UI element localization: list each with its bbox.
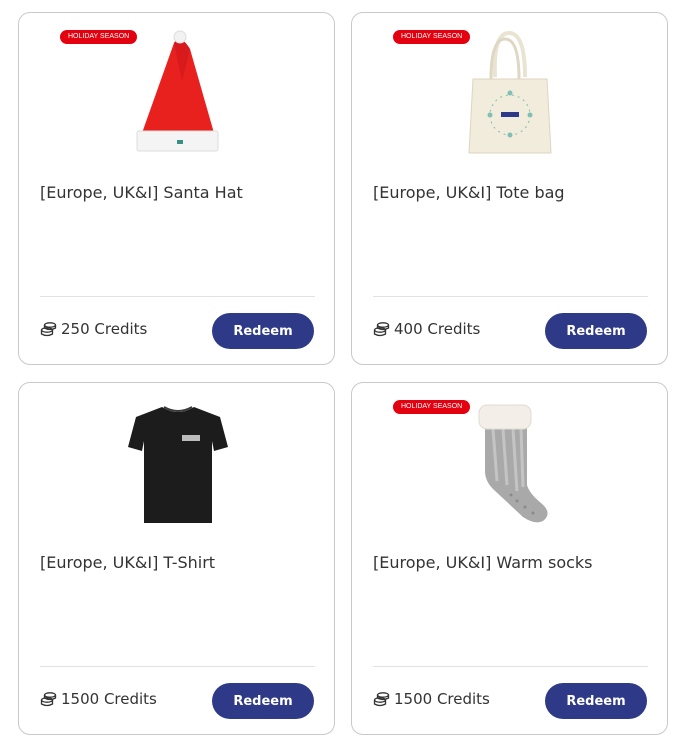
credits-price: 1500 Credits bbox=[40, 690, 157, 708]
credits-label: 1500 Credits bbox=[394, 690, 490, 708]
warm-socks-image bbox=[457, 391, 565, 527]
credits-price: 250 Credits bbox=[40, 320, 147, 338]
product-title: [Europe, UK&I] Tote bag bbox=[373, 183, 565, 202]
divider bbox=[40, 296, 315, 297]
coins-icon bbox=[40, 691, 57, 708]
credits-label: 400 Credits bbox=[394, 320, 481, 338]
product-card-warm-socks: HOLIDAY SEASON [Europe, UK&I] Warm socks… bbox=[351, 382, 668, 735]
santa-hat-image bbox=[124, 21, 232, 157]
credits-label: 250 Credits bbox=[61, 320, 148, 338]
product-title: [Europe, UK&I] Warm socks bbox=[373, 553, 593, 572]
product-card-t-shirt: [Europe, UK&I] T-Shirt 1500 Credits Rede… bbox=[18, 382, 335, 735]
divider bbox=[373, 666, 648, 667]
coins-icon bbox=[373, 691, 390, 708]
credits-price: 1500 Credits bbox=[373, 690, 490, 708]
product-card-tote-bag: HOLIDAY SEASON [Europe, UK&I] Tote bag 4… bbox=[351, 12, 668, 365]
product-title: [Europe, UK&I] T-Shirt bbox=[40, 553, 216, 572]
divider bbox=[373, 296, 648, 297]
redeem-button[interactable]: Redeem bbox=[212, 313, 314, 349]
product-title: [Europe, UK&I] Santa Hat bbox=[40, 183, 243, 202]
product-card-santa-hat: HOLIDAY SEASON [Europe, UK&I] Santa Hat … bbox=[18, 12, 335, 365]
redeem-button[interactable]: Redeem bbox=[545, 313, 647, 349]
credits-label: 1500 Credits bbox=[61, 690, 157, 708]
coins-icon bbox=[40, 321, 57, 338]
redeem-button[interactable]: Redeem bbox=[545, 683, 647, 719]
divider bbox=[40, 666, 315, 667]
coins-icon bbox=[373, 321, 390, 338]
redeem-button[interactable]: Redeem bbox=[212, 683, 314, 719]
t-shirt-image bbox=[124, 391, 232, 527]
tote-bag-image bbox=[457, 21, 565, 157]
credits-price: 400 Credits bbox=[373, 320, 480, 338]
